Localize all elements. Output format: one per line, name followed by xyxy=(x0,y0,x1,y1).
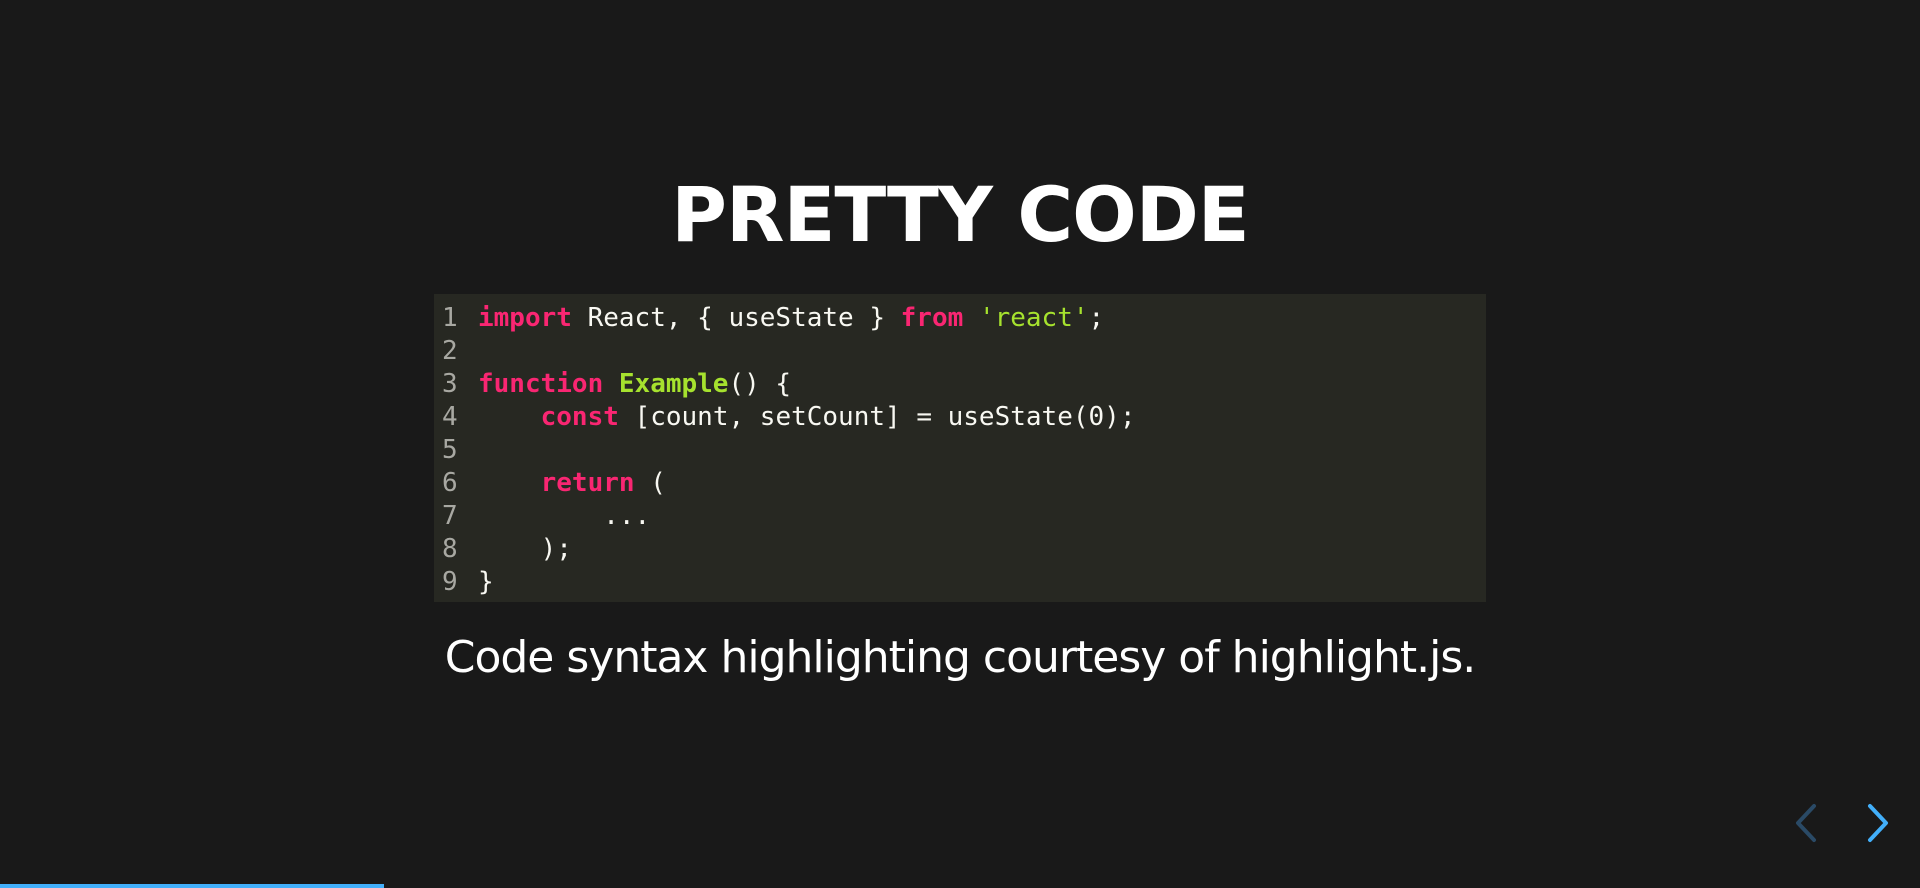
line-number: 4 xyxy=(442,402,458,432)
progress-bar xyxy=(0,884,1920,888)
line-code: function Example() { xyxy=(478,368,791,401)
previous-slide-button[interactable] xyxy=(1786,798,1826,848)
line-code: ... xyxy=(478,500,650,533)
code-line: 9} xyxy=(434,566,1486,599)
line-number: 3 xyxy=(442,369,458,399)
code-line: 5 xyxy=(434,434,1486,467)
line-code: } xyxy=(478,566,494,599)
line-number: 8 xyxy=(442,534,458,564)
line-code: return ( xyxy=(478,467,666,500)
code-token-keyword: return xyxy=(540,468,635,498)
line-number: 9 xyxy=(442,567,458,597)
code-line: 8 ); xyxy=(434,533,1486,566)
navigation-controls xyxy=(1760,778,1920,888)
progress-fill xyxy=(0,884,384,888)
code-token-func: Example xyxy=(618,369,729,399)
code-token-plain: } xyxy=(478,567,494,597)
code-token-plain: React, { useState } xyxy=(571,303,901,333)
slide-title: PRETTY CODE xyxy=(671,170,1249,259)
line-code: import React, { useState } from 'react'; xyxy=(478,302,1104,335)
code-token-keyword: function xyxy=(478,369,604,399)
code-token-string: 'react' xyxy=(978,303,1089,333)
code-line: 2 xyxy=(434,335,1486,368)
code-token-keyword: const xyxy=(540,402,619,432)
code-token-keyword: import xyxy=(478,303,572,333)
code-token-plain: ... xyxy=(478,501,651,531)
slide-caption: Code syntax highlighting courtesy of hig… xyxy=(444,632,1477,683)
code-line: 7 ... xyxy=(434,500,1486,533)
line-number: 7 xyxy=(442,501,458,531)
code-line: 4 const [count, setCount] = useState(0); xyxy=(434,401,1486,434)
next-slide-button[interactable] xyxy=(1858,798,1898,848)
code-line: 6 return ( xyxy=(434,467,1486,500)
code-token-plain: [count, setCount] = useState(0); xyxy=(618,402,1136,432)
code-line: 3 function Example() { xyxy=(434,368,1486,401)
line-number: 2 xyxy=(442,336,458,366)
code-line: 1 import React, { useState } from 'react'… xyxy=(434,302,1486,335)
line-number: 1 xyxy=(442,303,458,333)
code-token-keyword: from xyxy=(900,303,964,333)
chevron-right-icon xyxy=(1868,804,1888,842)
code-token-plain: () { xyxy=(728,369,792,399)
line-number: 5 xyxy=(442,435,458,465)
slide: PRETTY CODE 1 import React, { useState } … xyxy=(0,0,1920,888)
line-code: ); xyxy=(478,533,572,566)
line-code: const [count, setCount] = useState(0); xyxy=(478,401,1136,434)
code-token-plain: ; xyxy=(1088,303,1105,333)
code-block: 1 import React, { useState } from 'react'… xyxy=(434,294,1486,602)
chevron-left-icon xyxy=(1796,804,1816,842)
line-number: 6 xyxy=(442,468,458,498)
code-token-plain: ); xyxy=(478,534,572,564)
code-token-plain: ( xyxy=(634,468,666,498)
